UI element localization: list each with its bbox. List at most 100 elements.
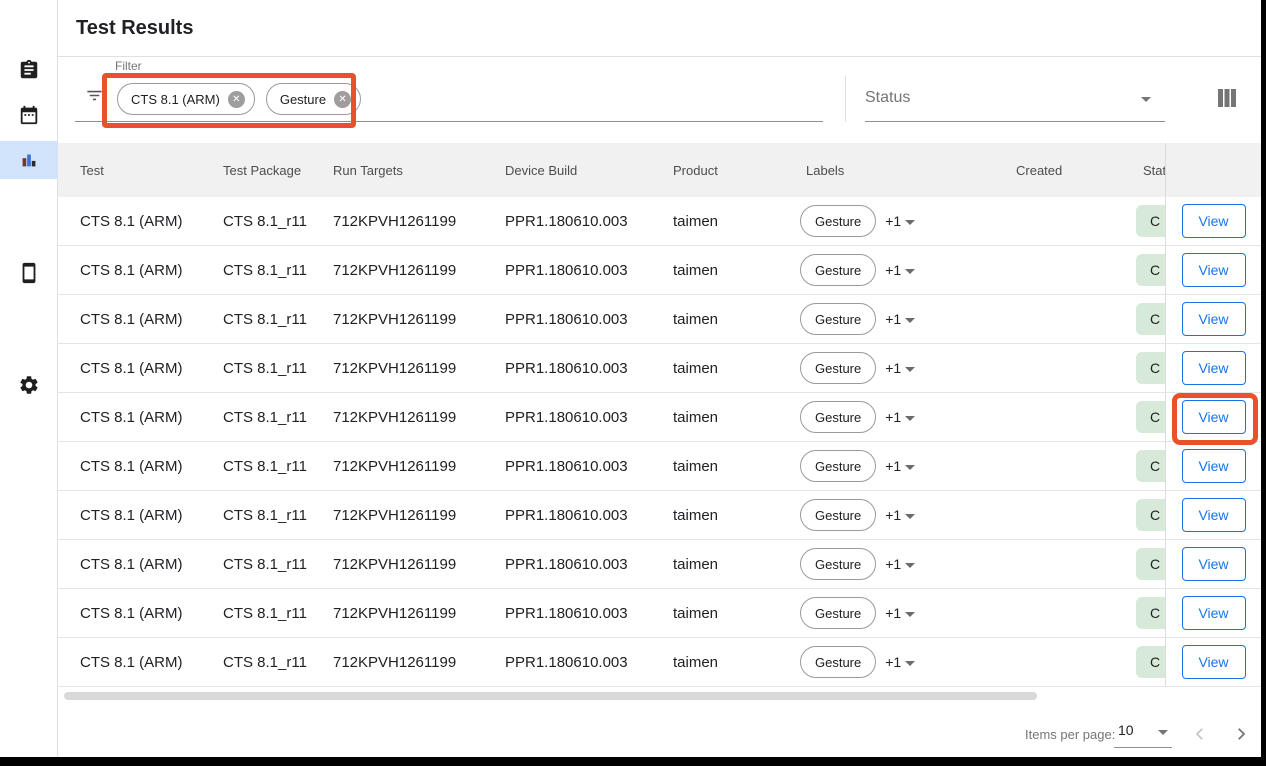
cell-test-package: CTS 8.1_r11: [223, 638, 307, 686]
view-button[interactable]: View: [1182, 400, 1246, 434]
cell-run-targets: 712KPVH1261199: [333, 197, 456, 245]
cell-labels: Gesture +1: [800, 638, 915, 686]
view-button[interactable]: View: [1182, 498, 1246, 532]
table-header: Test Test Package Run Targets Device Bui…: [58, 143, 1261, 197]
cell-test-package: CTS 8.1_r11: [223, 491, 307, 539]
toolbar-divider: [845, 76, 846, 122]
cell-product: taimen: [673, 197, 718, 245]
more-labels-toggle[interactable]: +1: [885, 556, 915, 572]
more-labels-count: +1: [885, 507, 901, 523]
cell-labels: Gesture +1: [800, 491, 915, 539]
more-labels-toggle[interactable]: +1: [885, 262, 915, 278]
more-labels-toggle[interactable]: +1: [885, 213, 915, 229]
cell-actions: View: [1165, 295, 1261, 343]
chevron-down-icon: [905, 514, 915, 519]
smartphone-icon: [18, 262, 40, 284]
cell-labels: Gesture +1: [800, 344, 915, 392]
cell-product: taimen: [673, 344, 718, 392]
cell-test: CTS 8.1 (ARM): [80, 491, 183, 539]
column-header-test-package: Test Package: [223, 143, 301, 197]
more-labels-count: +1: [885, 556, 901, 572]
label-chip: Gesture: [800, 303, 876, 335]
cell-test: CTS 8.1 (ARM): [80, 246, 183, 294]
cell-labels: Gesture +1: [800, 246, 915, 294]
label-chip: Gesture: [800, 205, 876, 237]
cell-run-targets: 712KPVH1261199: [333, 638, 456, 686]
cell-device-build: PPR1.180610.003: [505, 295, 628, 343]
label-chip: Gesture: [800, 450, 876, 482]
cell-test: CTS 8.1 (ARM): [80, 344, 183, 392]
more-labels-count: +1: [885, 458, 901, 474]
cell-test: CTS 8.1 (ARM): [80, 638, 183, 686]
next-page-button[interactable]: [1229, 724, 1253, 748]
more-labels-toggle[interactable]: +1: [885, 311, 915, 327]
view-button[interactable]: View: [1182, 253, 1246, 287]
cell-test: CTS 8.1 (ARM): [80, 589, 183, 637]
column-header-labels: Labels: [806, 143, 844, 197]
filter-input-underline[interactable]: [75, 121, 823, 122]
table-row: CTS 8.1 (ARM) CTS 8.1_r11 712KPVH1261199…: [58, 491, 1261, 540]
view-button[interactable]: View: [1182, 596, 1246, 630]
close-icon[interactable]: ✕: [334, 91, 351, 108]
more-labels-toggle[interactable]: +1: [885, 458, 915, 474]
label-chip: Gesture: [800, 597, 876, 629]
items-per-page-underline: [1114, 747, 1172, 748]
filter-chip-list: CTS 8.1 (ARM) ✕ Gesture ✕: [117, 83, 361, 115]
chevron-down-icon: [905, 367, 915, 372]
cell-product: taimen: [673, 246, 718, 294]
cell-device-build: PPR1.180610.003: [505, 540, 628, 588]
cell-labels: Gesture +1: [800, 540, 915, 588]
cell-actions: View: [1165, 344, 1261, 392]
column-settings-button[interactable]: [1210, 85, 1244, 115]
previous-page-button[interactable]: [1188, 724, 1212, 748]
sidebar-item-test-results[interactable]: [0, 141, 58, 179]
sidebar-item-settings[interactable]: [0, 366, 58, 404]
more-labels-toggle[interactable]: +1: [885, 605, 915, 621]
table-row: CTS 8.1 (ARM) CTS 8.1_r11 712KPVH1261199…: [58, 393, 1261, 442]
sidebar-item-schedule[interactable]: [0, 96, 58, 134]
filter-chip[interactable]: CTS 8.1 (ARM) ✕: [117, 83, 255, 115]
cell-test-package: CTS 8.1_r11: [223, 246, 307, 294]
table-body: CTS 8.1 (ARM) CTS 8.1_r11 712KPVH1261199…: [58, 197, 1261, 687]
more-labels-toggle[interactable]: +1: [885, 409, 915, 425]
cell-test-package: CTS 8.1_r11: [223, 589, 307, 637]
cell-run-targets: 712KPVH1261199: [333, 344, 456, 392]
view-button[interactable]: View: [1182, 645, 1246, 679]
view-button[interactable]: View: [1182, 302, 1246, 336]
cell-test-package: CTS 8.1_r11: [223, 295, 307, 343]
more-labels-toggle[interactable]: +1: [885, 360, 915, 376]
calendar-icon: [18, 104, 40, 126]
chevron-down-icon: [905, 318, 915, 323]
cell-run-targets: 712KPVH1261199: [333, 393, 456, 441]
view-button[interactable]: View: [1182, 351, 1246, 385]
chevron-down-icon: [1158, 730, 1168, 735]
column-header-run-targets: Run Targets: [333, 143, 403, 197]
view-button[interactable]: View: [1182, 547, 1246, 581]
items-per-page-value: 10: [1118, 722, 1134, 738]
label-chip: Gesture: [800, 646, 876, 678]
cell-product: taimen: [673, 491, 718, 539]
sidebar-item-test-plans[interactable]: [0, 51, 58, 89]
more-labels-toggle[interactable]: +1: [885, 507, 915, 523]
more-labels-toggle[interactable]: +1: [885, 654, 915, 670]
view-button[interactable]: View: [1182, 449, 1246, 483]
sidebar-item-devices[interactable]: [0, 254, 58, 292]
cell-run-targets: 712KPVH1261199: [333, 540, 456, 588]
cell-test: CTS 8.1 (ARM): [80, 295, 183, 343]
sidebar: [0, 0, 58, 757]
filter-chip[interactable]: Gesture ✕: [266, 83, 361, 115]
view-button[interactable]: View: [1182, 204, 1246, 238]
close-icon[interactable]: ✕: [228, 91, 245, 108]
cell-actions: View: [1165, 442, 1261, 490]
gear-icon: [18, 374, 40, 396]
page-title: Test Results: [76, 17, 193, 40]
cell-product: taimen: [673, 589, 718, 637]
cell-device-build: PPR1.180610.003: [505, 638, 628, 686]
table-row: CTS 8.1 (ARM) CTS 8.1_r11 712KPVH1261199…: [58, 589, 1261, 638]
view-columns-icon: [1217, 89, 1237, 112]
chevron-down-icon: [905, 220, 915, 225]
items-per-page-select[interactable]: 10: [1114, 717, 1172, 748]
more-labels-count: +1: [885, 605, 901, 621]
status-select[interactable]: Status: [865, 83, 1165, 122]
chevron-right-icon: [1232, 725, 1250, 748]
